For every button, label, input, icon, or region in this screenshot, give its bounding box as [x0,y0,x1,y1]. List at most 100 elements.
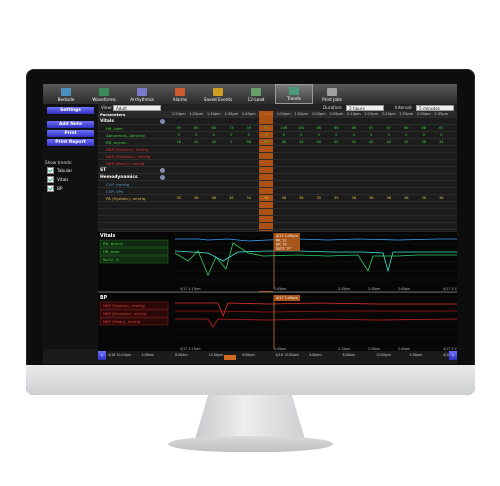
toolbar-button-label: Print Jobs [322,97,342,102]
section-settings-icon[interactable] [160,168,165,173]
table-cell [223,160,241,167]
timeline-bar[interactable]: 4/16 10:23pm 4:00am 8:00am 12:00pm 4:00pm 4/1… [106,351,449,360]
bp-checkbox[interactable]: BP [47,185,98,192]
table-cell [258,181,276,188]
table-cell: 67 [386,126,392,130]
table-cell: 0 [212,133,215,137]
settings-button[interactable]: Settings [47,107,94,114]
time-column-header[interactable]: 1:20pm [170,111,188,118]
table-cell: 60 [211,126,217,130]
timeline-prev-button[interactable]: ‹ [98,351,106,360]
timeline-tick-label: 12:00pm [209,353,224,357]
time-column-header[interactable]: 1:55pm [293,111,311,118]
table-cell [188,146,206,153]
table-row: CVP, mmHg [98,181,457,188]
table-cell [223,153,241,160]
toolbar-12-lead-button[interactable]: 12-Lead [237,84,275,104]
app-screen: Bedside Waveforms Arrhythmia Alarms Saved Ev… [43,84,457,364]
table-cell [170,181,188,188]
time-column-header[interactable]: 1:30pm [205,111,223,118]
table-cell [293,153,311,160]
add-note-button[interactable]: Add Note [47,121,94,128]
time-column-header[interactable]: 1:25pm [188,111,206,118]
table-cell: 35 [176,196,182,200]
duration-select[interactable]: 2 hours [346,104,384,111]
toolbar-button-label: Saved Events [203,97,233,102]
cursor-tooltip-label: 4/17 1:45pm [276,234,298,238]
timeline-tick-label: 12:00pm [376,353,391,357]
toolbar-button-label: Bedside [57,97,75,102]
timeline-tick-label: 4:00pm [410,353,423,357]
toolbar-arrhythmia-button[interactable]: Arrhythmia [123,84,161,104]
table-cell [170,160,188,167]
toolbar-trends-button[interactable]: Trends [275,84,313,104]
time-column-header[interactable]: 2:30pm [415,111,433,118]
vitals-plot-title: Vitals [100,233,115,239]
twelve-lead-icon [251,88,261,96]
timeline-next-button[interactable]: › [449,351,457,360]
legend-label: HR, bpm [103,249,120,254]
toolbar-saved-events-button[interactable]: Saved Events [199,84,237,104]
table-cell [345,188,363,195]
time-column-header[interactable]: 1:40pm [240,111,258,118]
table-cell: 0 [177,133,180,137]
legend-label: RR, br/min [103,241,124,246]
tabular-checkbox[interactable]: Tabular [47,167,98,174]
time-column-header[interactable]: 2:20pm [380,111,398,118]
table-cell [240,181,258,188]
legend-label: SpO2, % [103,257,120,262]
interval-select[interactable]: 5 minutes [416,104,454,111]
section-settings-icon[interactable] [160,119,165,124]
time-column-header[interactable]: 2:15pm [363,111,381,118]
table-cell: 0 [387,133,390,137]
vitals-checkbox[interactable]: Vitals [47,176,98,183]
table-cell: 36 [298,196,304,200]
print-report-button[interactable]: Print Report [47,139,94,146]
table-cell: 67 [368,126,374,130]
table-cell [240,146,258,153]
table-cell: 35 [316,196,322,200]
time-column-header[interactable]: 2:25pm [398,111,416,118]
print-button[interactable]: Print [47,130,94,137]
table-cell [170,188,188,195]
toolbar-bedside-button[interactable]: Bedside [47,84,85,104]
time-column-header[interactable]: 2:00pm [310,111,328,118]
table-cell: 40 [351,140,357,144]
table-cell [380,146,398,153]
chevron-left-icon: ‹ [100,352,104,359]
checkbox-checked-icon [47,167,54,174]
time-column-header[interactable]: 2:05pm [328,111,346,118]
table-cell: 40 [211,140,217,144]
table-row: RR, br/min 16 40 40 0 96 29 36 43 40 40 40 40 40 35 38 3… [98,139,457,146]
toolbar-print-jobs-button[interactable]: Print Jobs [313,84,351,104]
table-cell: 40 [368,140,374,144]
table-cell [433,153,451,160]
table-cell: 0 [317,133,320,137]
table-cell [275,188,293,195]
saved-events-icon [213,88,223,96]
table-cell [170,146,188,153]
table-row: NBP (Diastolic), mmHg [98,153,457,160]
table-cell: 59 [246,126,252,130]
table-row: CVP, kPa [98,188,457,195]
view-label: View: [101,104,113,110]
table-cell: 0 [440,133,443,137]
section-settings-icon[interactable] [160,175,165,180]
time-column-header[interactable]: 2:35pm [433,111,451,118]
toolbar-alarms-button[interactable]: Alarms [161,84,199,104]
print-jobs-icon [327,88,337,96]
time-column-header[interactable]: 1:50pm [275,111,293,118]
view-select[interactable]: Adult [113,104,161,111]
toolbar-waveforms-button[interactable]: Waveforms [85,84,123,104]
toolbar-button-label: Trends [287,96,301,101]
parameter-label: PA (Systolic), mmHg [106,196,146,201]
timeline-tick-label: 4:00pm [242,353,255,357]
time-column-header[interactable]: 2:10pm [345,111,363,118]
table-cell: 0 [370,133,373,137]
timeline-window-handle[interactable] [224,355,236,360]
table-cell: 0 [300,133,303,137]
parameter-label: HR, bpm [106,126,123,131]
table-cell [275,160,293,167]
time-column-header[interactable]: 1:35pm [223,111,241,118]
toolbar-button-label: Waveforms [92,97,116,102]
